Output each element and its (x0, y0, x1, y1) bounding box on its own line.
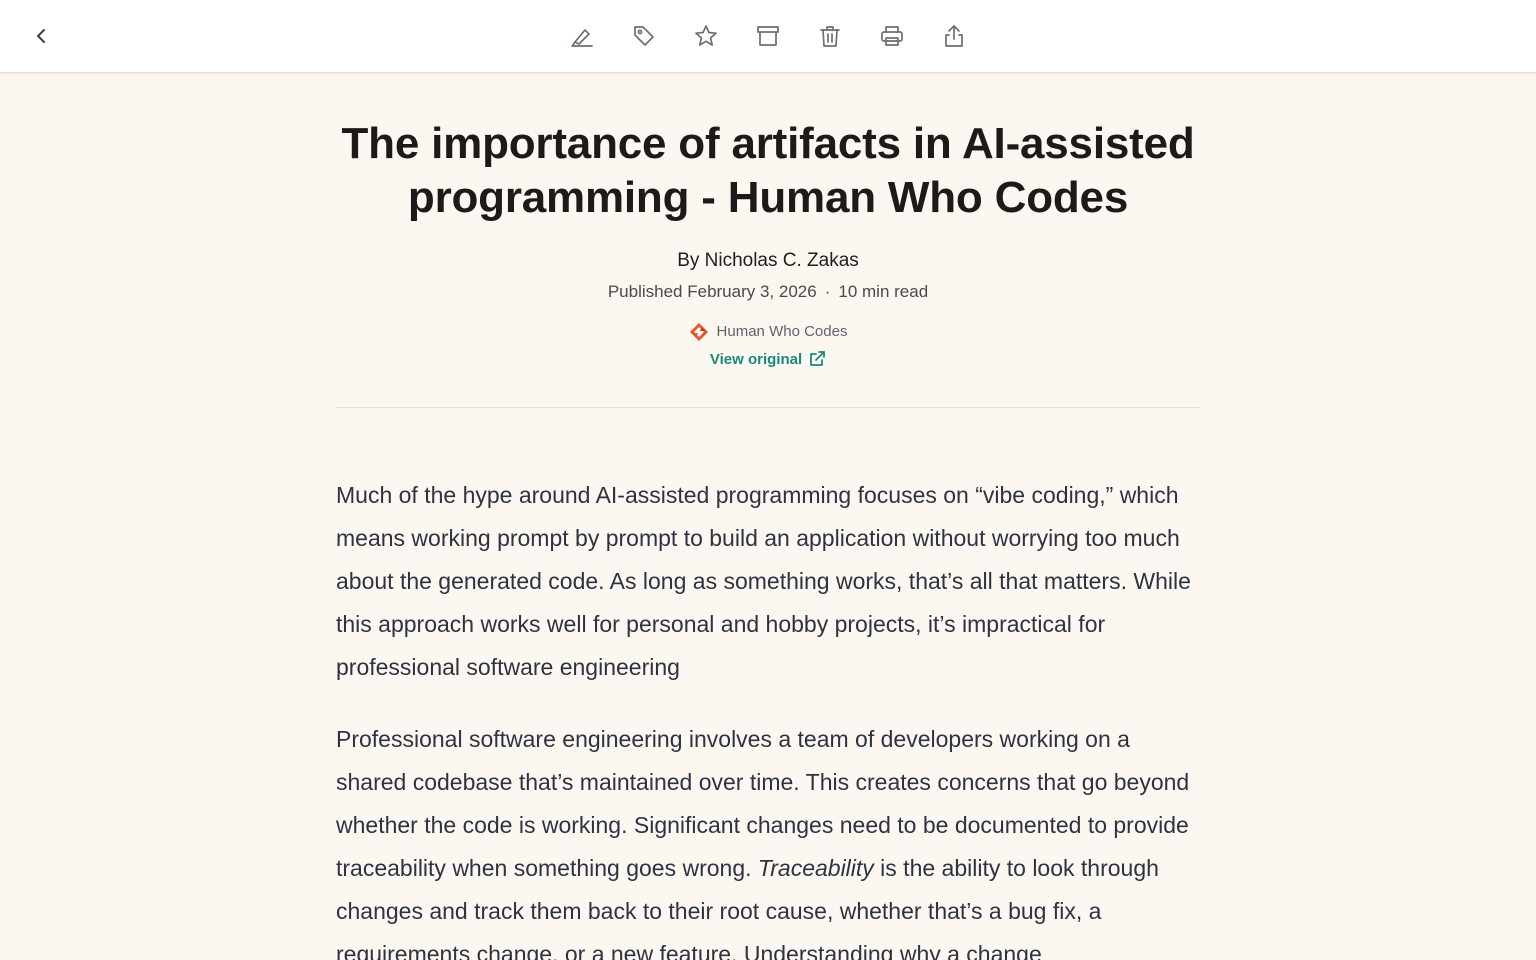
view-original-link[interactable]: View original (710, 350, 826, 368)
header-divider (336, 406, 1200, 408)
tag-icon (634, 26, 654, 46)
printer-icon (881, 26, 903, 46)
highlight-button[interactable] (564, 18, 600, 54)
article-header: The importance of artifacts in AI-assist… (336, 117, 1200, 369)
source-name: Human Who Codes (716, 323, 848, 340)
paragraph-2-emphasis: Traceability (757, 854, 874, 881)
article-source: Human Who Codes (336, 322, 1200, 342)
published-date: Published February 3, 2026 (607, 282, 817, 301)
article: The importance of artifacts in AI-assist… (336, 73, 1200, 960)
site-logo-icon (689, 323, 708, 341)
star-icon (695, 25, 717, 46)
article-meta: Published February 3, 2026 · 10 min read (336, 281, 1200, 303)
article-body: Much of the hype around AI-assisted prog… (336, 474, 1200, 960)
article-paragraph-1: Much of the hype around AI-assisted prog… (336, 481, 1191, 680)
print-button[interactable] (874, 18, 910, 54)
share-button[interactable] (936, 18, 972, 54)
archive-icon (757, 26, 779, 46)
highlighter-icon (571, 29, 593, 47)
trash-icon (820, 26, 840, 47)
delete-button[interactable] (812, 18, 848, 54)
read-time: 10 min read (838, 282, 929, 301)
article-title: The importance of artifacts in AI-assist… (341, 119, 1195, 222)
tag-button[interactable] (626, 18, 662, 54)
toolbar-actions (0, 18, 1536, 54)
archive-button[interactable] (750, 18, 786, 54)
article-paragraph-2: Professional software engineering involv… (336, 718, 1200, 960)
favorite-button[interactable] (688, 18, 724, 54)
article-byline: By Nicholas C. Zakas (677, 250, 859, 271)
external-link-icon (810, 351, 826, 366)
meta-separator: · (824, 282, 831, 301)
toolbar (0, 0, 1536, 73)
view-original-label: View original (709, 350, 803, 368)
share-icon (945, 25, 963, 47)
